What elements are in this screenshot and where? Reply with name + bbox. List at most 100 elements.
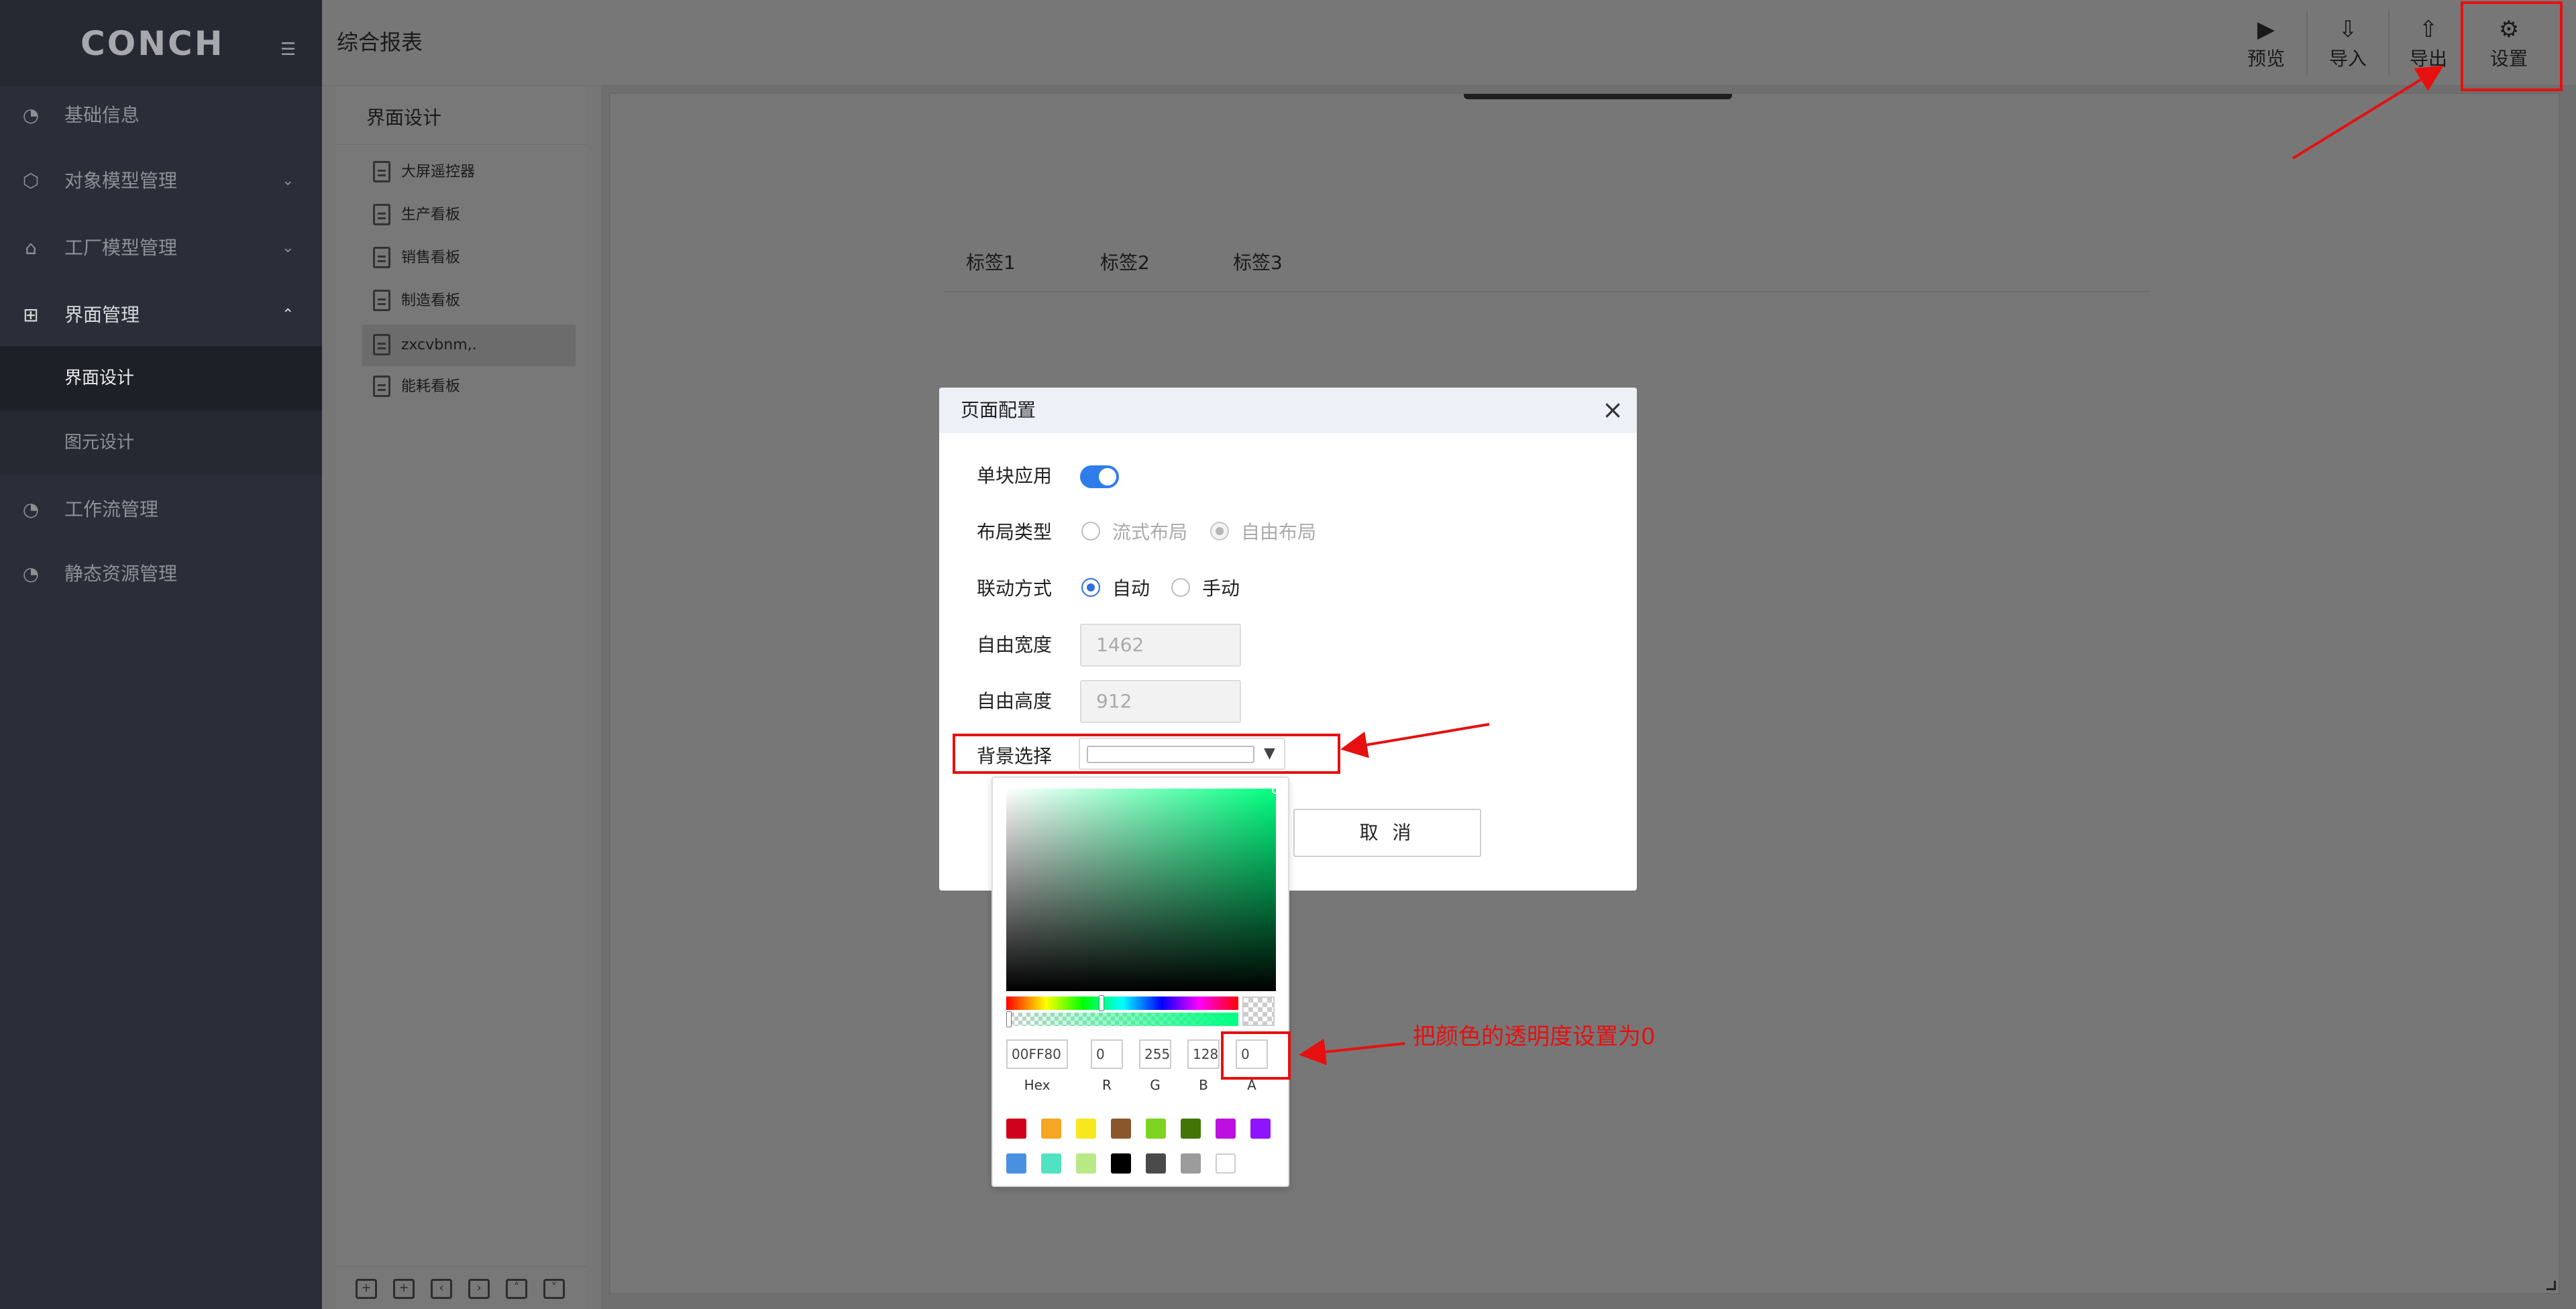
file-icon	[373, 247, 390, 268]
tree-file-item-selected[interactable]: zxcvbnm,.	[362, 325, 576, 366]
file-icon	[373, 204, 390, 225]
toolbar-divider	[2306, 11, 2308, 75]
sidebar-item-object-model[interactable]: ⬡ 对象模型管理 ⌄	[0, 149, 322, 213]
alpha-slider[interactable]	[1006, 1011, 1238, 1027]
tree-file-label: 能耗看板	[401, 378, 461, 395]
r-input[interactable]: 0	[1091, 1039, 1123, 1069]
color-swatch[interactable]	[1006, 1153, 1026, 1174]
factory-icon: ⌂	[25, 237, 37, 259]
saturation-value-area[interactable]	[1006, 787, 1279, 991]
sidebar-subitem-ui-design[interactable]: 界面设计	[0, 346, 322, 410]
file-icon	[373, 334, 390, 355]
free-width-input[interactable]: 1462	[1080, 624, 1241, 667]
hue-slider-thumb[interactable]	[1099, 995, 1104, 1011]
pie-chart-icon: ◔	[22, 498, 40, 520]
color-swatch[interactable]	[1216, 1119, 1236, 1139]
tree-file-item[interactable]: 能耗看板	[362, 366, 576, 408]
play-icon: ▶	[2257, 16, 2275, 43]
single-app-toggle[interactable]	[1080, 465, 1119, 488]
radio-link-auto[interactable]	[1081, 578, 1100, 597]
sidebar: CONCH ☰ ◔ 基础信息 ⬡ 对象模型管理 ⌄ ⌂ 工厂模型管理 ⌄ ⊞ 界…	[0, 0, 322, 1309]
move-up-icon[interactable]: ˄	[506, 1279, 527, 1299]
hex-label: Hex	[1024, 1077, 1051, 1093]
tree-file-label: 制造看板	[401, 292, 461, 309]
file-tree-header: 界面设计	[335, 86, 586, 145]
sidebar-item-basic-info[interactable]: ◔ 基础信息	[0, 83, 322, 148]
radio-link-manual-label: 手动	[1202, 577, 1240, 600]
radio-link-auto-label: 自动	[1112, 577, 1150, 600]
tree-file-item[interactable]: 制造看板	[362, 280, 576, 322]
sidebar-item-static-resources[interactable]: ◔ 静态资源管理	[0, 542, 322, 606]
background-select-highlight-box	[953, 734, 1340, 774]
radio-free-layout[interactable]	[1210, 522, 1229, 540]
sidebar-item-label: 工作流管理	[64, 498, 159, 520]
resize-handle-icon[interactable]	[2546, 1281, 2556, 1290]
tab-1[interactable]: 标签1	[966, 248, 1016, 275]
color-swatch[interactable]	[1146, 1119, 1166, 1139]
tab-3[interactable]: 标签3	[1233, 248, 1283, 275]
color-swatch[interactable]	[1250, 1119, 1271, 1139]
cancel-button[interactable]: 取 消	[1293, 809, 1481, 857]
sidebar-item-workflow[interactable]: ◔ 工作流管理	[0, 477, 322, 542]
radio-link-manual[interactable]	[1171, 578, 1190, 597]
saturation-cursor[interactable]	[1272, 787, 1279, 794]
color-swatch[interactable]	[1041, 1119, 1061, 1139]
free-height-input[interactable]: 912	[1080, 680, 1241, 723]
color-swatch[interactable]	[1181, 1119, 1201, 1139]
color-preview	[1242, 997, 1275, 1026]
dialog-header: 页面配置 ×	[939, 388, 1637, 433]
b-label: B	[1199, 1077, 1208, 1093]
color-swatch[interactable]	[1006, 1119, 1026, 1139]
tree-file-item[interactable]: 销售看板	[362, 237, 576, 279]
color-swatch[interactable]	[1146, 1153, 1166, 1174]
link-mode-label: 联动方式	[977, 577, 1053, 600]
cube-icon: ⬡	[22, 170, 40, 192]
move-down-icon[interactable]: ˅	[543, 1279, 565, 1299]
export-button[interactable]: ⇧ 导出	[2395, 12, 2462, 79]
file-tree-panel: 界面设计 大屏遥控器 生产看板 销售看板 制造看板 zxcvbnm,. 能耗看板…	[335, 86, 586, 1309]
dialog-title: 页面配置	[961, 399, 1036, 421]
hex-input[interactable]: 00FF80	[1006, 1039, 1068, 1069]
sidebar-item-label: 对象模型管理	[64, 170, 178, 192]
hue-slider[interactable]	[1006, 995, 1238, 1011]
color-swatch[interactable]	[1181, 1153, 1201, 1174]
tab-2[interactable]: 标签2	[1100, 248, 1150, 275]
color-swatch[interactable]	[1216, 1153, 1236, 1174]
chevron-down-icon: ⌄	[282, 239, 294, 256]
color-swatch[interactable]	[1111, 1153, 1131, 1174]
tree-file-item[interactable]: 生产看板	[362, 194, 576, 236]
header: 综合报表 ▶ 预览 ⇩ 导入 ⇧ 导出 ⚙ 设置	[322, 0, 2576, 86]
file-icon	[373, 376, 390, 397]
export-icon: ⇧	[2418, 16, 2438, 43]
move-right-icon[interactable]: ›	[468, 1279, 490, 1299]
sidebar-item-factory-model[interactable]: ⌂ 工厂模型管理 ⌄	[0, 216, 322, 280]
color-swatch[interactable]	[1076, 1119, 1096, 1139]
g-input[interactable]: 255	[1139, 1039, 1171, 1069]
sidebar-item-ui-management[interactable]: ⊞ 界面管理 ⌃	[0, 283, 322, 347]
tree-file-item[interactable]: 大屏遥控器	[362, 152, 576, 193]
b-input[interactable]: 128	[1187, 1039, 1220, 1069]
color-swatch[interactable]	[1076, 1153, 1096, 1174]
sidebar-subitem-element-design[interactable]: 图元设计	[0, 410, 322, 475]
close-icon[interactable]: ×	[1601, 397, 1625, 422]
preview-label: 预览	[2247, 48, 2285, 70]
collapse-menu-icon[interactable]: ☰	[280, 40, 299, 59]
new-file-icon[interactable]: +	[393, 1279, 415, 1299]
layout-type-label: 布局类型	[977, 521, 1053, 543]
alpha-input-highlight-box	[1221, 1031, 1291, 1080]
pie-chart-icon: ◔	[22, 104, 40, 126]
import-button[interactable]: ⇩ 导入	[2314, 12, 2381, 79]
radio-flow-layout[interactable]	[1081, 522, 1100, 540]
move-left-icon[interactable]: ‹	[431, 1279, 452, 1299]
import-icon: ⇩	[2338, 16, 2358, 43]
color-swatch[interactable]	[1041, 1153, 1061, 1174]
pie-chart-icon: ◔	[22, 563, 40, 585]
tree-file-label: 生产看板	[401, 207, 461, 223]
alpha-slider-thumb[interactable]	[1006, 1011, 1012, 1027]
new-folder-icon[interactable]: +	[356, 1279, 377, 1299]
preview-button[interactable]: ▶ 预览	[2233, 12, 2300, 79]
toolbar-divider	[2388, 11, 2390, 75]
canvas-top-handle	[1464, 94, 1732, 99]
file-tree-title: 界面设计	[366, 107, 442, 129]
color-swatch[interactable]	[1111, 1119, 1131, 1139]
